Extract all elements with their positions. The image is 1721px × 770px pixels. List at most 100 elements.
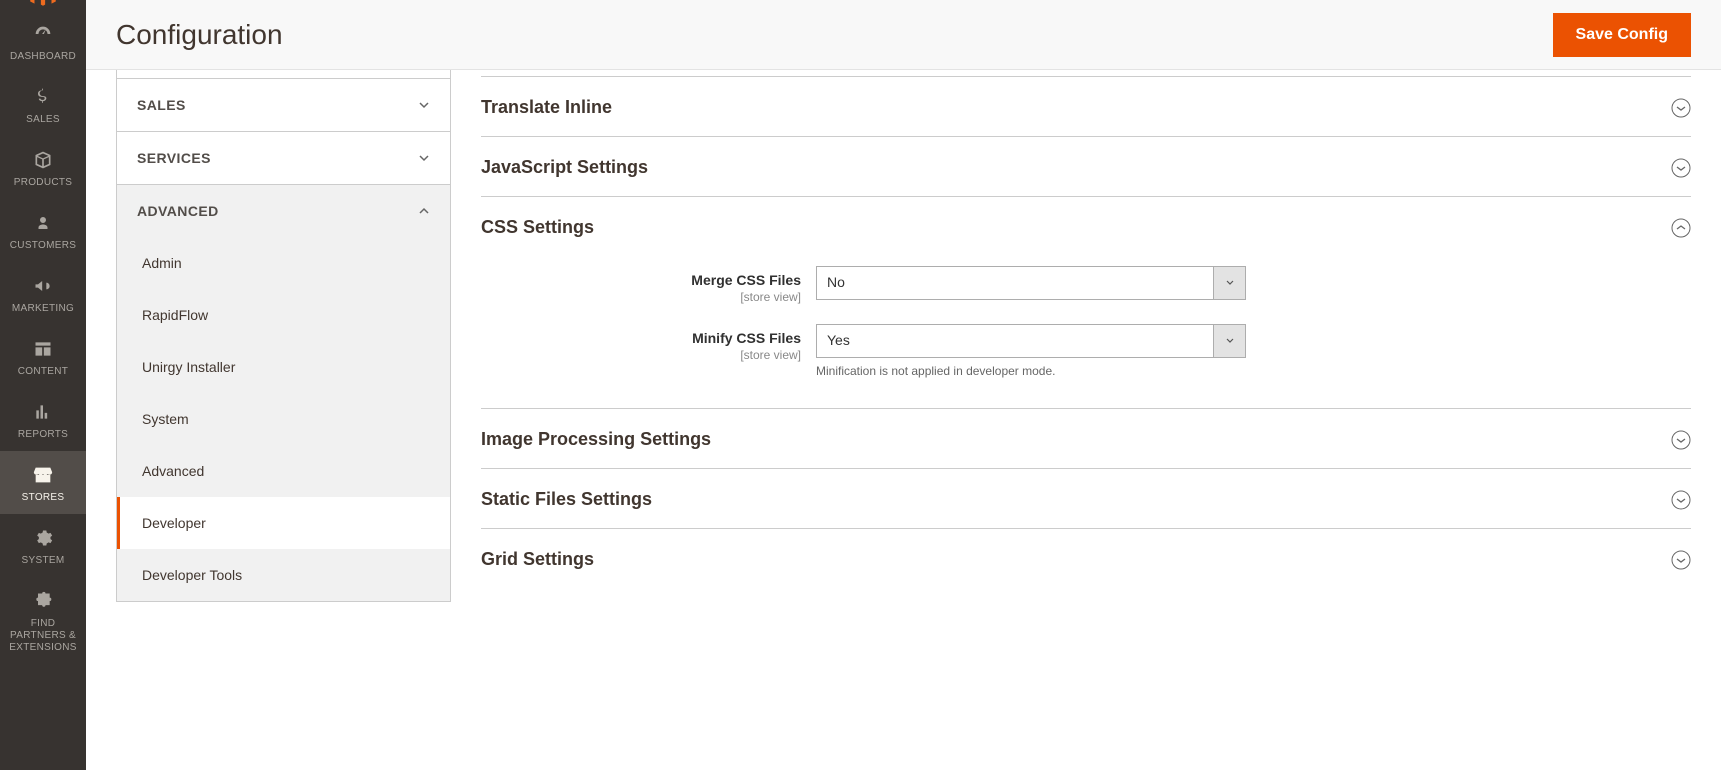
tab-item-unirgy-installer[interactable]: Unirgy Installer <box>117 341 450 393</box>
nav-label: DASHBOARD <box>6 51 80 63</box>
page-title: Configuration <box>116 19 283 51</box>
section-title: CSS Settings <box>481 217 594 238</box>
chevron-down-icon <box>418 152 430 164</box>
field-label: Merge CSS Files <box>691 272 801 288</box>
nav-stores[interactable]: STORES <box>0 451 86 514</box>
field-minify-css-files: Minify CSS Files [store view] Yes Minifi… <box>481 324 1691 378</box>
nav-label: CONTENT <box>14 366 72 378</box>
tab-group-sales[interactable]: SALES <box>117 79 450 131</box>
nav-label: PRODUCTS <box>10 177 77 189</box>
tab-item-advanced[interactable]: Advanced <box>117 445 450 497</box>
tab-item-label: Advanced <box>142 463 204 479</box>
dashboard-icon <box>31 22 55 46</box>
tab-items-advanced: Admin RapidFlow Unirgy Installer System … <box>117 237 450 601</box>
section-title: Translate Inline <box>481 97 612 118</box>
dollar-icon <box>31 85 55 109</box>
nav-label: REPORTS <box>14 429 72 441</box>
circle-chevron-down-icon <box>1671 430 1691 450</box>
field-merge-css-files: Merge CSS Files [store view] No <box>481 266 1691 304</box>
chevron-up-icon <box>418 205 430 217</box>
megaphone-icon <box>31 274 55 298</box>
nav-sales[interactable]: SALES <box>0 73 86 136</box>
select-value: No <box>817 267 1213 299</box>
nav-reports[interactable]: REPORTS <box>0 388 86 451</box>
nav-partners[interactable]: FIND PARTNERS & EXTENSIONS <box>0 577 86 664</box>
chevron-down-icon <box>418 99 430 111</box>
chart-icon <box>31 400 55 424</box>
puzzle-icon <box>31 589 55 613</box>
nav-label: STORES <box>18 492 69 504</box>
circle-chevron-down-icon <box>1671 550 1691 570</box>
magento-logo-icon <box>26 0 60 11</box>
tab-item-label: Developer <box>142 515 206 531</box>
page-header: Configuration Save Config <box>86 0 1721 70</box>
tab-group-label: SALES <box>137 97 186 113</box>
settings-panel: Translate Inline JavaScript Settings CSS… <box>451 70 1691 602</box>
dropdown-arrow-icon <box>1213 325 1245 357</box>
box-icon <box>31 148 55 172</box>
section-static-files-settings: Static Files Settings <box>481 469 1691 529</box>
section-toggle-javascript-settings[interactable]: JavaScript Settings <box>481 137 1691 196</box>
tab-item-developer-tools[interactable]: Developer Tools <box>117 549 450 601</box>
section-toggle-image-processing-settings[interactable]: Image Processing Settings <box>481 409 1691 468</box>
nav-label: SYSTEM <box>18 555 69 567</box>
section-title: Grid Settings <box>481 549 594 570</box>
person-icon <box>31 211 55 235</box>
select-value: Yes <box>817 325 1213 357</box>
tab-item-developer[interactable]: Developer <box>117 497 450 549</box>
nav-system[interactable]: SYSTEM <box>0 514 86 577</box>
dropdown-arrow-icon <box>1213 267 1245 299</box>
nav-customers[interactable]: CUSTOMERS <box>0 199 86 262</box>
field-label: Minify CSS Files <box>692 330 801 346</box>
circle-chevron-down-icon <box>1671 158 1691 178</box>
section-title: Image Processing Settings <box>481 429 711 450</box>
section-toggle-static-files-settings[interactable]: Static Files Settings <box>481 469 1691 528</box>
tab-item-label: Unirgy Installer <box>142 359 235 375</box>
magento-logo[interactable] <box>0 0 86 10</box>
tab-item-label: Developer Tools <box>142 567 242 583</box>
nav-content[interactable]: CONTENT <box>0 325 86 388</box>
circle-chevron-down-icon <box>1671 98 1691 118</box>
admin-nav: DASHBOARD SALES PRODUCTS CUSTOMERS MARKE… <box>0 0 86 770</box>
tab-item-rapidflow[interactable]: RapidFlow <box>117 289 450 341</box>
section-toggle-grid-settings[interactable]: Grid Settings <box>481 529 1691 588</box>
select-minify-css-files[interactable]: Yes <box>816 324 1246 358</box>
save-config-button[interactable]: Save Config <box>1553 13 1691 57</box>
section-title: Static Files Settings <box>481 489 652 510</box>
nav-products[interactable]: PRODUCTS <box>0 136 86 199</box>
nav-label: FIND PARTNERS & EXTENSIONS <box>0 618 86 654</box>
nav-dashboard[interactable]: DASHBOARD <box>0 10 86 73</box>
select-merge-css-files[interactable]: No <box>816 266 1246 300</box>
nav-label: MARKETING <box>8 303 78 315</box>
nav-marketing[interactable]: MARKETING <box>0 262 86 325</box>
tab-group-label: ADVANCED <box>137 203 219 219</box>
field-note: Minification is not applied in developer… <box>816 364 1246 378</box>
section-toggle-translate-inline[interactable]: Translate Inline <box>481 77 1691 136</box>
tab-group-advanced[interactable]: ADVANCED <box>117 185 450 237</box>
section-translate-inline: Translate Inline <box>481 77 1691 137</box>
nav-label: CUSTOMERS <box>6 240 80 252</box>
config-tabs: CUSTOMERS SALES SERVICES ADVANCED <box>116 65 451 602</box>
tab-item-system[interactable]: System <box>117 393 450 445</box>
section-title: JavaScript Settings <box>481 157 648 178</box>
tab-item-label: RapidFlow <box>142 307 208 323</box>
tab-group-label: SERVICES <box>137 150 211 166</box>
field-scope: [store view] <box>481 348 801 362</box>
section-css-settings: CSS Settings Merge CSS Files [store view… <box>481 197 1691 409</box>
section-body-css-settings: Merge CSS Files [store view] No Min <box>481 256 1691 408</box>
layout-icon <box>31 337 55 361</box>
tab-item-label: Admin <box>142 255 182 271</box>
circle-chevron-down-icon <box>1671 490 1691 510</box>
section-image-processing-settings: Image Processing Settings <box>481 409 1691 469</box>
section-grid-settings: Grid Settings <box>481 529 1691 588</box>
store-icon <box>31 463 55 487</box>
section-javascript-settings: JavaScript Settings <box>481 137 1691 197</box>
field-scope: [store view] <box>481 290 801 304</box>
gear-icon <box>31 526 55 550</box>
tab-group-services[interactable]: SERVICES <box>117 132 450 184</box>
section-toggle-css-settings[interactable]: CSS Settings <box>481 197 1691 256</box>
tab-item-label: System <box>142 411 189 427</box>
nav-label: SALES <box>22 114 64 126</box>
circle-chevron-up-icon <box>1671 218 1691 238</box>
tab-item-admin[interactable]: Admin <box>117 237 450 289</box>
